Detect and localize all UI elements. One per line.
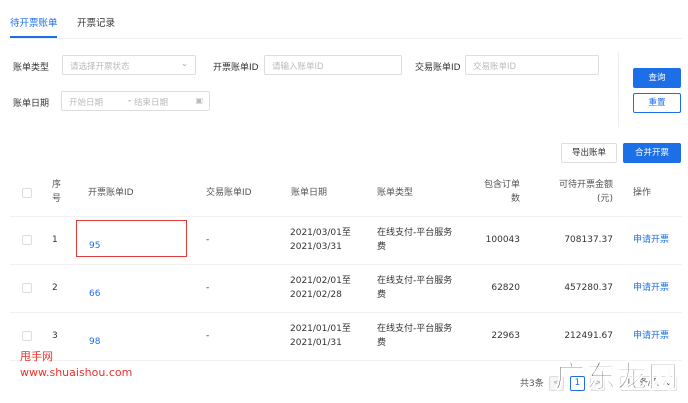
row-amount: 457280.37 (564, 283, 613, 293)
row-checkbox[interactable] (22, 283, 32, 293)
row-date-from: 2021/01/01至 (290, 324, 351, 334)
date-label: 账单日期 (13, 99, 50, 109)
header-action: 操作 (633, 188, 652, 198)
row-amount: 708137.37 (564, 235, 613, 245)
row-type: 在线支付-平台服务费 (377, 276, 453, 300)
date-range-picker[interactable]: 开始日期 - 结束日期 ▣ (61, 91, 210, 111)
calendar-icon: ▣ (195, 96, 203, 105)
row-amount: 212491.67 (564, 331, 613, 341)
row-type: 在线支付-平台服务费 (377, 324, 453, 348)
watermark-brand: 广东龙网 (555, 360, 679, 396)
tab-pending-bills[interactable]: 待开票账单 (10, 15, 58, 29)
tab-divider (10, 38, 682, 39)
header-type: 账单类型 (377, 188, 414, 198)
row-date-from: 2021/02/01至 (290, 276, 351, 286)
row-checkbox[interactable] (22, 331, 32, 341)
query-button[interactable]: 查询 (633, 68, 681, 88)
filter-divider (618, 52, 619, 127)
merge-invoice-button[interactable]: 合并开票 (623, 143, 681, 163)
header-trade-id: 交易账单ID (206, 188, 252, 198)
apply-invoice-link[interactable]: 申请开票 (633, 329, 669, 343)
row-date-to: 2021/03/31 (290, 242, 342, 252)
row-divider (10, 264, 682, 265)
row-trade-id: - (206, 235, 210, 245)
row-orders: 62820 (491, 283, 520, 293)
row-date-from: 2021/03/01至 (290, 228, 351, 238)
reset-button[interactable]: 重置 (633, 93, 681, 113)
row-invoice-id-link[interactable]: 66 (89, 287, 100, 301)
start-date-input[interactable]: 开始日期 (69, 98, 103, 108)
row-invoice-id-link[interactable]: 98 (89, 335, 100, 349)
header-amount: 可待开票金额(元) (558, 180, 613, 204)
watermark-site-url: www.shuaishou.com (20, 366, 133, 379)
row-divider (10, 216, 682, 217)
trade-id-label: 交易账单ID (415, 63, 461, 73)
header-seq: 序号 (52, 180, 62, 204)
highlight-box (76, 220, 187, 257)
watermark-site-name: 甩手网 (20, 350, 53, 363)
pagination-total: 共3条 (520, 379, 544, 389)
invoice-id-label: 开票账单ID (213, 63, 259, 73)
header-invoice-id: 开票账单ID (88, 188, 134, 198)
row-orders: 100043 (485, 235, 520, 245)
date-separator: - (128, 96, 132, 106)
header-date: 账单日期 (291, 188, 328, 198)
bill-type-placeholder: 请选择开票状态 (70, 62, 130, 72)
row-type: 在线支付-平台服务费 (377, 228, 453, 252)
row-seq: 3 (52, 331, 58, 341)
apply-invoice-link[interactable]: 申请开票 (633, 281, 669, 295)
tab-invoice-records[interactable]: 开票记录 (77, 15, 115, 29)
invoice-id-input[interactable]: 请输入账单ID (264, 55, 402, 75)
row-divider (10, 312, 682, 313)
row-date-to: 2021/01/31 (290, 338, 342, 348)
select-all-checkbox[interactable] (22, 188, 32, 198)
chevron-down-icon: ⌄ (180, 59, 188, 69)
bill-type-label: 账单类型 (13, 63, 50, 73)
apply-invoice-link[interactable]: 申请开票 (633, 233, 669, 247)
row-trade-id: - (206, 331, 210, 341)
row-trade-id: - (206, 283, 210, 293)
row-date-to: 2021/02/28 (290, 290, 342, 300)
trade-id-input[interactable]: 交易账单ID (465, 55, 599, 75)
row-seq: 2 (52, 283, 58, 293)
row-orders: 22963 (491, 331, 520, 341)
row-checkbox[interactable] (22, 235, 32, 245)
end-date-input[interactable]: 结束日期 (134, 96, 168, 108)
export-bills-button[interactable]: 导出账单 (561, 143, 617, 163)
row-seq: 1 (52, 235, 58, 245)
bill-type-select[interactable]: 请选择开票状态 ⌄ (62, 55, 196, 75)
header-orders: 包含订单数 (483, 180, 520, 204)
